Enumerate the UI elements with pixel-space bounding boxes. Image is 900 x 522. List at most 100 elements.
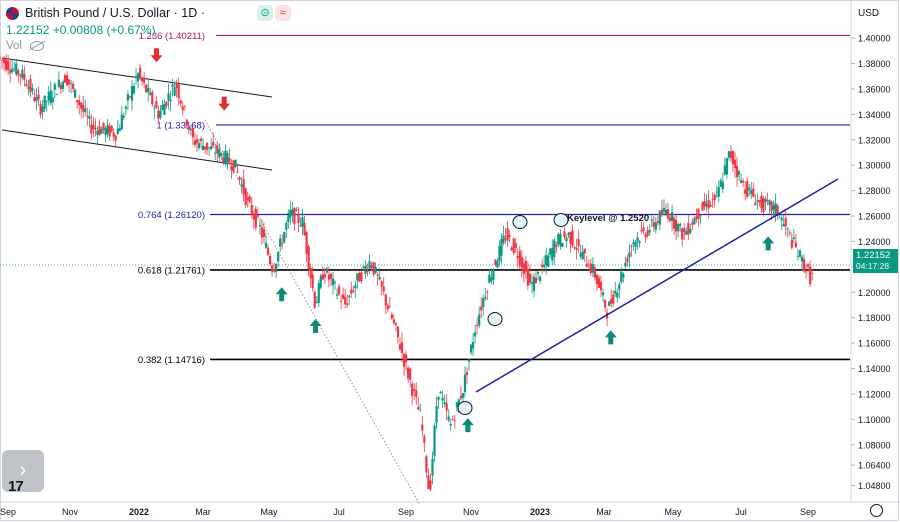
candle-body bbox=[335, 294, 339, 296]
x-tick-label: Jul bbox=[333, 507, 345, 517]
candle-body bbox=[719, 180, 722, 187]
candle-body bbox=[80, 102, 83, 109]
candle-body bbox=[739, 180, 743, 183]
candle-body bbox=[532, 276, 536, 291]
candle-body bbox=[811, 273, 814, 274]
candle-body bbox=[723, 165, 726, 175]
candle-body bbox=[226, 152, 229, 163]
y-tick-label: 1.14000 bbox=[858, 364, 891, 374]
candle-body bbox=[340, 300, 343, 302]
candle-body bbox=[153, 108, 156, 109]
price-chart[interactable]: 1.236 (1.40211)1 (1.33168)0.764 (1.26120… bbox=[0, 0, 900, 522]
candle-body bbox=[374, 267, 377, 273]
candle-body bbox=[78, 100, 81, 106]
candle-body bbox=[790, 239, 793, 248]
candle-body bbox=[112, 132, 115, 137]
candle-body bbox=[86, 115, 89, 117]
candle-body bbox=[260, 227, 264, 238]
volume-label: Vol bbox=[6, 40, 22, 52]
candle-body bbox=[622, 273, 625, 278]
candle-body bbox=[474, 332, 477, 337]
candle-body bbox=[498, 245, 501, 262]
candle-body bbox=[417, 406, 420, 410]
candle-body bbox=[321, 274, 324, 280]
candle-body bbox=[559, 233, 562, 246]
candle-body bbox=[541, 264, 544, 267]
candle-body bbox=[654, 222, 657, 230]
candle-body bbox=[358, 272, 361, 282]
volume-indicator[interactable]: Vol bbox=[6, 40, 44, 52]
candle-body bbox=[279, 238, 282, 247]
candle-body bbox=[794, 242, 798, 248]
candle-body bbox=[17, 70, 20, 76]
candle-body bbox=[197, 143, 201, 148]
candle-body bbox=[116, 128, 119, 134]
candle-body bbox=[242, 178, 245, 195]
candle-body bbox=[612, 294, 615, 304]
candle-body bbox=[603, 300, 607, 308]
swing-point-marker bbox=[553, 213, 569, 227]
market-open-icon: ⊙ bbox=[256, 5, 273, 21]
candle-body bbox=[295, 209, 298, 211]
candle-body bbox=[567, 232, 570, 235]
chart-frame bbox=[0, 0, 899, 521]
candle-body bbox=[626, 258, 629, 263]
candle-body bbox=[143, 77, 146, 83]
candle-body bbox=[352, 290, 355, 292]
symbol-title[interactable]: British Pound / U.S. Dollar · 1D · bbox=[25, 6, 205, 20]
candle-body bbox=[37, 94, 40, 100]
candle-body bbox=[277, 251, 280, 262]
candle-body bbox=[553, 240, 556, 257]
candle-body bbox=[55, 94, 58, 96]
candle-body bbox=[581, 251, 584, 260]
candle-body bbox=[451, 419, 454, 421]
candle-body bbox=[222, 156, 225, 163]
candle-body bbox=[646, 230, 649, 236]
symbol-header[interactable]: British Pound / U.S. Dollar · 1D · ⊙ ≈ bbox=[6, 5, 291, 21]
candle-body bbox=[329, 273, 333, 279]
currency-label[interactable]: USD bbox=[858, 8, 879, 19]
candle-body bbox=[71, 83, 75, 90]
time-axis[interactable]: Sep Nov 2022 Mar May Jul Sep Nov 2023 Mar May Jul Se… bbox=[0, 507, 816, 517]
y-tick-label: 1.12000 bbox=[858, 389, 891, 399]
candle-body bbox=[697, 208, 700, 219]
candle-body bbox=[443, 402, 446, 405]
candle-body bbox=[390, 314, 393, 319]
candle-body bbox=[4, 59, 8, 70]
hide-eye-icon[interactable] bbox=[30, 41, 44, 51]
candle-body bbox=[273, 269, 276, 272]
candle-body bbox=[616, 292, 619, 298]
candle-body bbox=[579, 252, 582, 257]
candle-body bbox=[175, 82, 178, 89]
candle-body bbox=[786, 228, 789, 230]
candle-body bbox=[155, 101, 158, 109]
candle-body bbox=[53, 84, 56, 90]
candle-body bbox=[187, 126, 190, 130]
candle-body bbox=[593, 267, 597, 278]
candle-body bbox=[372, 262, 375, 275]
candle-body bbox=[640, 229, 643, 232]
settings-gear-icon[interactable] bbox=[870, 504, 883, 517]
keylevel-annotation: Keylevel @ 1.2520 bbox=[567, 213, 649, 224]
price-quote: 1.22152 +0.00808 (+0.67%) bbox=[6, 23, 155, 37]
candle-body bbox=[782, 224, 785, 227]
candle-body bbox=[230, 166, 233, 171]
candle-body bbox=[57, 79, 60, 87]
candle-body bbox=[106, 125, 109, 134]
candle-body bbox=[61, 81, 65, 89]
candle-body bbox=[778, 217, 781, 219]
candle-body bbox=[764, 198, 767, 203]
candle-body bbox=[435, 406, 438, 424]
candle-body bbox=[681, 228, 684, 240]
y-tick-label: 1.36000 bbox=[858, 84, 891, 94]
candle-body bbox=[510, 247, 513, 251]
fib-level-label: 0.764 (1.26120) bbox=[138, 210, 205, 221]
candle-body bbox=[246, 197, 249, 200]
candle-body bbox=[268, 255, 272, 265]
candle-body bbox=[809, 266, 812, 284]
candle-body bbox=[573, 247, 576, 249]
candle-body bbox=[569, 232, 572, 244]
candle-body bbox=[307, 246, 310, 270]
candle-body bbox=[214, 152, 217, 154]
tradingview-logo-icon: 17 bbox=[8, 478, 24, 495]
